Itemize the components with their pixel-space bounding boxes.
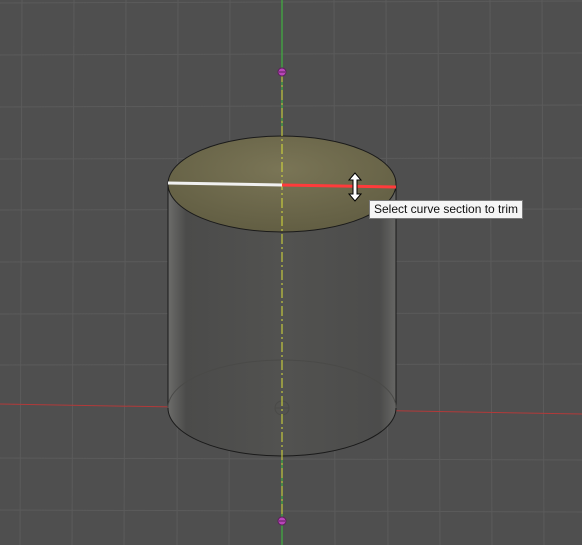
axis-point-marker-icon[interactable] bbox=[277, 67, 287, 77]
viewport-canvas[interactable] bbox=[0, 0, 582, 545]
3d-viewport[interactable]: Select curve section to trim bbox=[0, 0, 582, 545]
axis-point-marker-icon[interactable] bbox=[277, 516, 287, 526]
selected-trim-section[interactable] bbox=[281, 183, 397, 189]
trim-tooltip: Select curve section to trim bbox=[369, 200, 524, 219]
remaining-curve-section[interactable] bbox=[167, 181, 283, 187]
